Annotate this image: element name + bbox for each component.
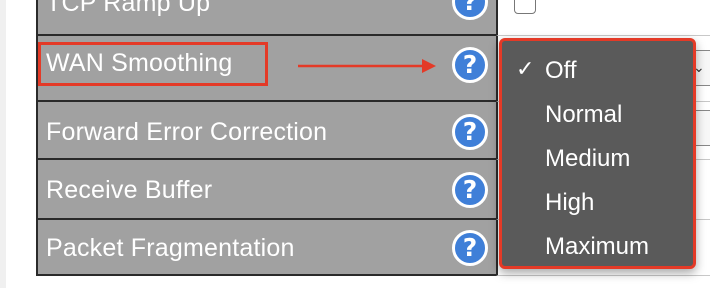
right-arrow-icon [298, 59, 436, 73]
row-label: WAN Smoothing [46, 49, 233, 77]
help-cell: ? [446, 220, 496, 276]
row-label: Forward Error Correction [46, 118, 328, 146]
row-label: Receive Buffer [46, 176, 213, 204]
help-cell: ? [446, 102, 496, 160]
label-cell: Receive Buffer [36, 160, 496, 220]
option-label: Normal [545, 101, 623, 128]
help-cell: ? [446, 36, 496, 102]
option-label: Medium [545, 145, 631, 172]
help-icon[interactable]: ? [452, 0, 488, 20]
label-cell: TCP Ramp Up [36, 0, 496, 36]
dropdown-option-high[interactable]: High [502, 183, 693, 223]
help-icon[interactable]: ? [452, 172, 488, 208]
row-label: TCP Ramp Up [46, 0, 211, 17]
dropdown-option-off[interactable]: ✓ Off [502, 51, 693, 91]
label-cell: Packet Fragmentation [36, 220, 496, 276]
help-cell: ? [446, 160, 496, 220]
help-icon[interactable]: ? [452, 230, 488, 266]
help-icon[interactable]: ? [452, 114, 488, 150]
value-cell [496, 0, 710, 36]
option-label: Maximum [545, 233, 650, 260]
wan-smoothing-dropdown-menu: ✓ Off Normal Medium High Maximum [499, 38, 696, 269]
dropdown-option-normal[interactable]: Normal [502, 95, 693, 135]
row-label: Packet Fragmentation [46, 234, 295, 262]
help-cell: ? [446, 0, 496, 36]
dropdown-option-medium[interactable]: Medium [502, 139, 693, 179]
option-label: Off [545, 57, 577, 84]
settings-row-tcp-ramp-up: TCP Ramp Up ? [36, 0, 710, 36]
checkmark-icon: ✓ [516, 57, 535, 82]
dropdown-option-maximum[interactable]: Maximum [502, 227, 693, 267]
option-label: High [545, 189, 595, 216]
page-margin [0, 0, 6, 288]
tcp-ramp-up-checkbox[interactable] [514, 0, 536, 14]
label-cell: Forward Error Correction [36, 102, 496, 160]
help-icon[interactable]: ? [452, 47, 488, 83]
